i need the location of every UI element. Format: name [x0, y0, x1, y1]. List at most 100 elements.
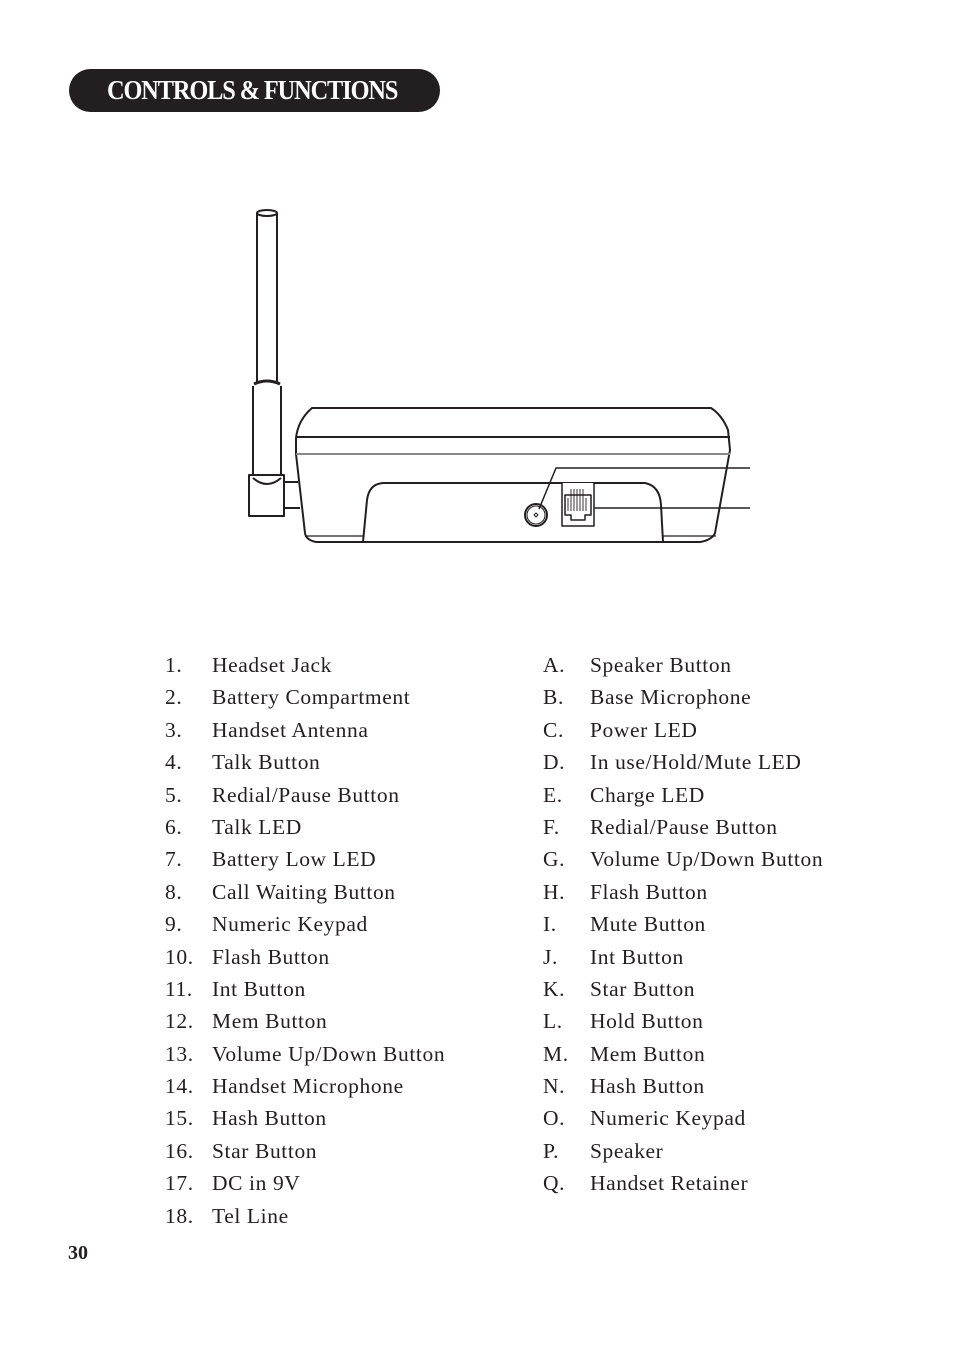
item-key: 17.: [165, 1171, 194, 1196]
list-item: D. In use/Hold/Mute LED: [543, 746, 823, 778]
list-item: 15. Hash Button: [165, 1102, 445, 1134]
list-item: 5. Redial/Pause Button: [165, 779, 445, 811]
list-item: A. Speaker Button: [543, 649, 823, 681]
base-parts-list: A. Speaker Button B. Base Microphone C. Power…: [543, 649, 823, 1200]
item-label: Power LED: [590, 717, 698, 742]
item-label: Battery Low LED: [212, 847, 377, 872]
item-key: C.: [543, 717, 564, 742]
list-item: O. Numeric Keypad: [543, 1102, 823, 1134]
item-label: Numeric Keypad: [212, 912, 368, 937]
item-label: Int Button: [212, 976, 306, 1001]
item-label: Battery Compartment: [212, 685, 411, 710]
item-label: Tel Line: [212, 1203, 289, 1228]
item-label: Volume Up/Down Button: [212, 1041, 446, 1066]
list-item: 6. Talk LED: [165, 811, 445, 843]
item-label: Star Button: [590, 976, 696, 1001]
item-key: 1.: [165, 653, 183, 677]
item-key: 16.: [165, 1138, 194, 1163]
item-key: B.: [543, 685, 564, 710]
item-key: A.: [543, 653, 566, 677]
handset-parts-list: 1. Headset Jack 2. Battery Compartment 3. Han…: [165, 649, 445, 1232]
base-body: [295, 407, 731, 543]
item-label: Base Microphone: [590, 685, 752, 710]
item-key: 6.: [165, 814, 183, 839]
item-label: Mute Button: [590, 912, 706, 937]
item-key: J.: [543, 944, 558, 969]
item-label: Mem Button: [590, 1041, 706, 1066]
list-item: 16. Star Button: [165, 1135, 445, 1167]
item-label: DC in 9V: [212, 1171, 301, 1196]
list-item: N. Hash Button: [543, 1070, 823, 1102]
antenna: [248, 209, 300, 517]
item-label: Charge LED: [590, 782, 705, 807]
item-key: F.: [543, 814, 560, 839]
list-item: 9. Numeric Keypad: [165, 908, 445, 940]
list-item: 14. Handset Microphone: [165, 1070, 445, 1102]
list-item: B. Base Microphone: [543, 681, 823, 713]
item-key: 4.: [165, 750, 183, 775]
list-item: 11. Int Button: [165, 973, 445, 1005]
list-item: K. Star Button: [543, 973, 823, 1005]
item-key: Q.: [543, 1171, 566, 1196]
item-label: Speaker Button: [590, 653, 732, 677]
item-key: K.: [543, 976, 566, 1001]
item-key: 8.: [165, 879, 183, 904]
item-key: 2.: [165, 685, 183, 710]
item-key: H.: [543, 879, 566, 904]
item-key: 15.: [165, 1106, 194, 1131]
list-item: 1. Headset Jack: [165, 649, 445, 681]
item-key: M.: [543, 1041, 569, 1066]
item-label: Talk Button: [212, 750, 321, 775]
list-item: 3. Handset Antenna: [165, 714, 445, 746]
item-key: G.: [543, 847, 566, 872]
item-key: 5.: [165, 782, 183, 807]
item-key: P.: [543, 1138, 560, 1163]
item-key: 12.: [165, 1009, 194, 1034]
item-label: Talk LED: [212, 814, 302, 839]
item-key: 10.: [165, 944, 194, 969]
list-item: J. Int Button: [543, 941, 823, 973]
item-label: Flash Button: [212, 944, 330, 969]
item-label: Headset Jack: [212, 653, 333, 677]
item-key: 11.: [165, 976, 193, 1001]
item-label: Handset Microphone: [212, 1074, 404, 1099]
item-label: Redial/Pause Button: [590, 814, 778, 839]
list-item: C. Power LED: [543, 714, 823, 746]
list-item: E. Charge LED: [543, 779, 823, 811]
list-item: M. Mem Button: [543, 1038, 823, 1070]
page-number: 30: [68, 1242, 88, 1264]
list-item: 13. Volume Up/Down Button: [165, 1038, 445, 1070]
item-label: Hold Button: [590, 1009, 704, 1034]
list-item: 7. Battery Low LED: [165, 843, 445, 875]
item-key: O.: [543, 1106, 566, 1131]
item-label: In use/Hold/Mute LED: [590, 750, 802, 775]
item-label: Volume Up/Down Button: [590, 847, 824, 872]
list-item: 12. Mem Button: [165, 1005, 445, 1037]
list-item: G. Volume Up/Down Button: [543, 843, 823, 875]
item-label: Mem Button: [212, 1009, 328, 1034]
item-key: 13.: [165, 1041, 194, 1066]
item-key: 9.: [165, 912, 183, 937]
item-label: Redial/Pause Button: [212, 782, 400, 807]
item-key: N.: [543, 1074, 566, 1099]
item-key: D.: [543, 750, 566, 775]
item-label: Star Button: [212, 1138, 318, 1163]
item-key: E.: [543, 782, 563, 807]
item-label: Hash Button: [212, 1106, 327, 1131]
item-key: 18.: [165, 1203, 194, 1228]
list-item: F. Redial/Pause Button: [543, 811, 823, 843]
item-label: Call Waiting Button: [212, 879, 396, 904]
item-label: Speaker: [590, 1138, 664, 1163]
list-item: 4. Talk Button: [165, 746, 445, 778]
item-label: Flash Button: [590, 879, 708, 904]
list-item: Q. Handset Retainer: [543, 1167, 823, 1199]
tel-line-socket: [561, 483, 595, 527]
list-item: H. Flash Button: [543, 876, 823, 908]
item-label: Handset Antenna: [212, 717, 369, 742]
base-unit-rear-diagram: [248, 209, 750, 543]
list-item: P. Speaker: [543, 1135, 823, 1167]
item-key: 7.: [165, 847, 183, 872]
list-item: 17. DC in 9V: [165, 1167, 445, 1199]
list-item: 8. Call Waiting Button: [165, 876, 445, 908]
item-key: 3.: [165, 717, 183, 742]
